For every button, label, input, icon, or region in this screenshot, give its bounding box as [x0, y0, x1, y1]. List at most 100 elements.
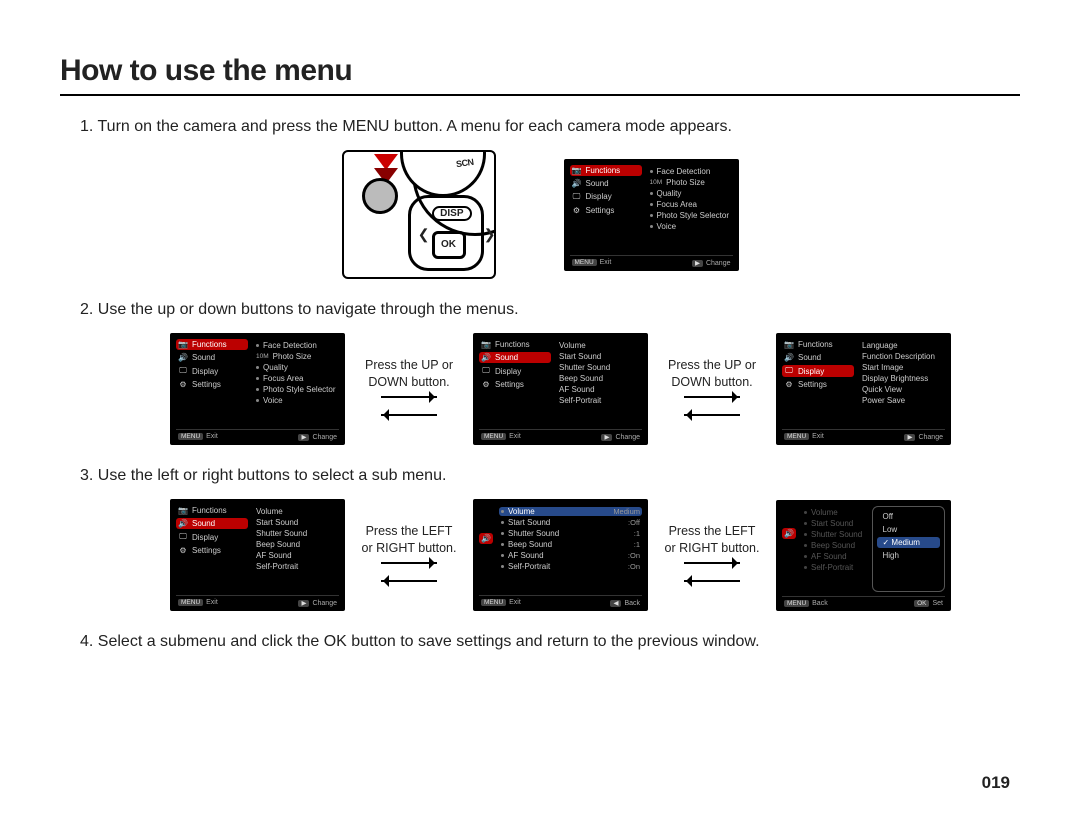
- menu-item-label: Settings: [495, 380, 524, 389]
- double-arrow-icon: [359, 557, 459, 587]
- page-number: 019: [982, 773, 1010, 793]
- submenu-item: Shutter Sound:1: [499, 529, 642, 538]
- lcd-footer: MENUExit▶Change: [176, 595, 339, 609]
- menu-item-display: 🖵 Display: [176, 365, 248, 377]
- menu-item-label: Settings: [192, 546, 221, 555]
- menu-item-label: Display: [192, 533, 218, 542]
- submenu-item: Photo Style Selector: [648, 211, 733, 220]
- updown-caption: Press the UP or DOWN button.: [359, 357, 459, 391]
- submenu-item: Self-Portrait: [254, 562, 339, 571]
- functions-icon: 📷: [481, 340, 491, 349]
- left-arrow-icon: ❮: [418, 226, 430, 243]
- option-high: High: [877, 550, 941, 561]
- lcd-panel: 📷Functions🔊Sound🖵Display⚙SettingsVolumeS…: [473, 333, 648, 445]
- menu-item-label: Functions: [192, 340, 227, 349]
- submenu-item: Start Sound: [557, 352, 642, 361]
- lcd-panel: 📷Functions🔊Sound🖵Display⚙SettingsVolumeS…: [170, 499, 345, 611]
- display-icon: 🖵: [572, 192, 582, 202]
- option-medium: ✓ Medium: [877, 537, 941, 548]
- submenu-item: Start Sound:Off: [499, 518, 642, 527]
- submenu-item: Quality: [648, 189, 733, 198]
- submenu-item: Shutter Sound: [254, 529, 339, 538]
- submenu-item: Volume: [254, 507, 339, 516]
- submenu-item: AF Sound:On: [499, 551, 642, 560]
- submenu-item: 10MPhoto Size: [254, 352, 339, 361]
- menu-item-label: Sound: [192, 519, 215, 528]
- functions-icon: 📷: [178, 340, 188, 349]
- menu-item-label: Settings: [192, 380, 221, 389]
- settings-icon: ⚙: [178, 546, 188, 555]
- menu-item-display: 🖵Display: [570, 191, 642, 203]
- menu-item-label: Settings: [798, 380, 827, 389]
- lcd-panel: 📷Functions🔊Sound🖵Display⚙SettingsFace De…: [564, 159, 739, 271]
- menu-item-label: Settings: [586, 206, 615, 215]
- submenu-item: AF Sound: [254, 551, 339, 560]
- step-2-figures: 📷Functions🔊Sound🖵Display⚙SettingsFace De…: [60, 333, 1020, 445]
- submenu-item: Beep Sound:1: [499, 540, 642, 549]
- menu-item-label: Functions: [192, 506, 227, 515]
- arrow-left-icon: [377, 575, 441, 587]
- menu-item-label: Sound: [586, 179, 609, 188]
- menu-item-display: 🖵Display: [782, 365, 854, 377]
- settings-icon: ⚙: [178, 380, 188, 389]
- arrow-left-icon: [377, 409, 441, 421]
- lcd-panel: 📷Functions🔊Sound🖵Display⚙SettingsFace De…: [170, 333, 345, 445]
- sound-icon: 🔊: [782, 528, 796, 539]
- arrow-right-icon: [680, 391, 744, 403]
- submenu-item-dim: Shutter Sound: [802, 530, 866, 539]
- menu-item-label: Functions: [586, 166, 621, 175]
- sound-icon: 🔊: [479, 533, 493, 544]
- page-title: How to use the menu: [60, 54, 1020, 88]
- submenu-item: VolumeMedium: [499, 507, 642, 516]
- submenu-item: Self-Portrait:On: [499, 562, 642, 571]
- submenu-item: Beep Sound: [254, 540, 339, 549]
- submenu-item-dim: Start Sound: [802, 519, 866, 528]
- menu-item-sound: 🔊Sound: [570, 178, 642, 189]
- submenu-item: Power Save: [860, 396, 945, 405]
- camera-illustration: SCN DISP OK ❮ ❯: [342, 150, 496, 279]
- settings-icon: ⚙: [481, 380, 491, 389]
- menu-item-label: Display: [192, 367, 218, 376]
- functions-icon: 📷: [572, 166, 582, 175]
- display-icon: 🖵: [178, 366, 188, 376]
- submenu-item: Volume: [557, 341, 642, 350]
- submenu-item-dim: Self-Portrait: [802, 563, 866, 572]
- lcd-panel: 📷Functions🔊Sound🖵Display⚙SettingsLanguag…: [776, 333, 951, 445]
- step-3-text: 3. Use the left or right buttons to sele…: [80, 467, 1020, 485]
- lcd-footer: MENUExit▶Change: [479, 429, 642, 443]
- submenu-item: Shutter Sound: [557, 363, 642, 372]
- menu-item-label: Display: [495, 367, 521, 376]
- ok-button-illustration: OK: [432, 231, 466, 259]
- functions-icon: 📷: [178, 506, 188, 515]
- leftright-caption: Press the LEFT or RIGHT button.: [662, 523, 762, 557]
- menu-item-settings: ⚙ Settings: [176, 379, 248, 390]
- submenu-item: Start Image: [860, 363, 945, 372]
- submenu-item: Self-Portrait: [557, 396, 642, 405]
- submenu-item: Voice: [254, 396, 339, 405]
- option-low: Low: [877, 524, 941, 535]
- updown-caption: Press the UP or DOWN button.: [662, 357, 762, 391]
- submenu-item: AF Sound: [557, 385, 642, 394]
- double-arrow-icon: [662, 557, 762, 587]
- menu-item-sound: 🔊Sound: [782, 352, 854, 363]
- submenu-item: Focus Area: [254, 374, 339, 383]
- arrow-right-icon: [680, 557, 744, 569]
- submenu-item: Display Brightness: [860, 374, 945, 383]
- step-1-figures: SCN DISP OK ❮ ❯ 📷 Functions 🔊Sound 🖵Display…: [60, 150, 1020, 279]
- menu-item-display: 🖵Display: [176, 531, 248, 543]
- settings-icon: ⚙: [784, 380, 794, 389]
- menu-item-sound: 🔊Sound: [479, 352, 551, 363]
- submenu-item: Quick View: [860, 385, 945, 394]
- settings-icon: ⚙: [572, 206, 582, 215]
- display-icon: 🖵: [481, 366, 491, 376]
- submenu-item: Voice: [648, 222, 733, 231]
- submenu-item: 10MPhoto Size: [648, 178, 733, 187]
- menu-item-functions: 📷 Functions: [176, 339, 248, 350]
- step-1-text: 1. Turn on the camera and press the MENU…: [80, 118, 1020, 136]
- arrow-right-icon: [377, 557, 441, 569]
- submenu-item: Quality: [254, 363, 339, 372]
- lcd-footer: MENUBackOKSet: [782, 596, 945, 609]
- submenu-item-dim: Volume: [802, 508, 866, 517]
- submenu-item: Photo Style Selector: [254, 385, 339, 394]
- menu-item-functions: 📷 Functions: [570, 165, 642, 176]
